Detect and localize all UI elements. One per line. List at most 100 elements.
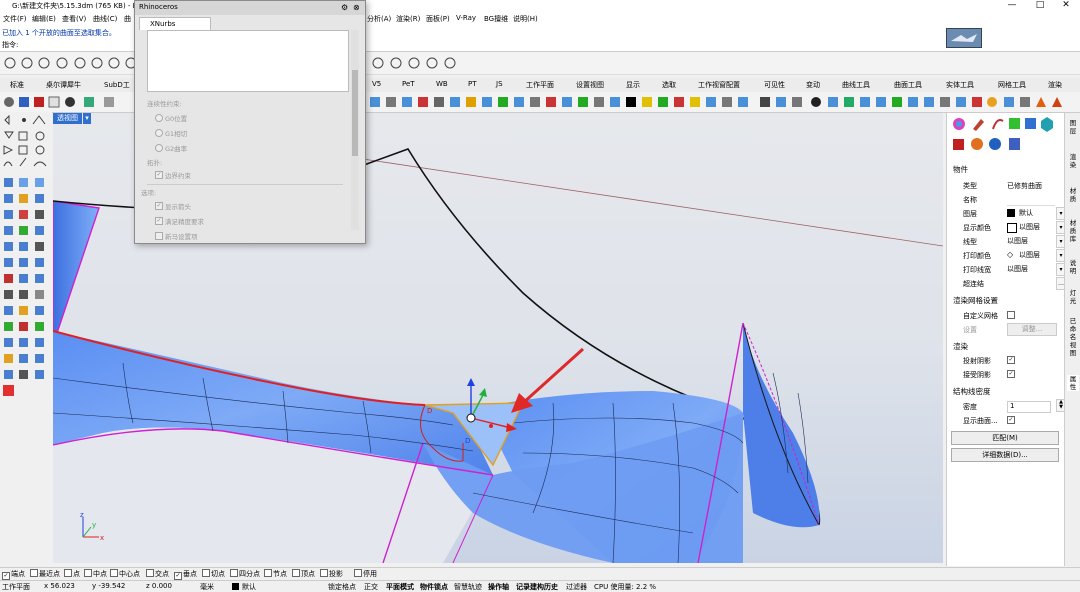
osnap-vertex[interactable]: 顶点 (292, 569, 315, 579)
tab-subd[interactable]: SubD工 (104, 80, 130, 90)
tab-display[interactable]: 显示 (626, 80, 640, 90)
display-color-swatch (1007, 223, 1017, 233)
show-arrows-checkbox[interactable]: ✓ (155, 202, 163, 210)
section-object: 物件 (953, 165, 968, 174)
g0-label: G0位置 (165, 115, 188, 123)
receive-shadows-checkbox[interactable]: ✓ (1007, 370, 1015, 378)
extra-option-checkbox[interactable] (155, 232, 163, 240)
tab-custom[interactable]: 桌尔谭犀牛 (46, 80, 81, 90)
dialog-close-icon[interactable]: ⊗ (353, 3, 360, 12)
panel-tab-help[interactable]: 说明 (1067, 259, 1079, 275)
match-button[interactable]: 匹配(M) (951, 431, 1059, 445)
viewport-menu-caret[interactable]: ▾ (83, 113, 91, 124)
tab-mesh-tools[interactable]: 网格工具 (998, 80, 1026, 90)
details-button[interactable]: 详细数据(D)... (951, 448, 1059, 462)
prop-print-color-value[interactable]: 以图层 (1019, 250, 1040, 260)
dialog-tab-xnurbs[interactable]: XNurbs (139, 17, 211, 30)
menu-bg[interactable]: BG擅维 (484, 14, 508, 24)
boundary-checkbox[interactable]: ✓ (155, 171, 163, 179)
panel-tab-library[interactable]: 材质库 (1067, 219, 1079, 243)
g1-radio[interactable] (155, 129, 163, 137)
custom-mesh-checkbox[interactable] (1007, 311, 1015, 319)
density-input[interactable]: 1 (1007, 401, 1051, 413)
menu-render[interactable]: 渲染(R) (396, 14, 420, 24)
prop-layer-value[interactable]: 默认 (1019, 208, 1033, 218)
osnap-knot[interactable]: 节点 (264, 569, 287, 579)
panel-tab-material[interactable]: 材质 (1067, 187, 1079, 203)
osnap-point[interactable]: 点 (64, 569, 80, 579)
tab-pt[interactable]: PT (468, 80, 477, 88)
status-y: y -39.542 (92, 582, 126, 590)
osnap-quadrant[interactable]: 四分点 (230, 569, 260, 579)
show-iso-label: 显示曲面... (963, 417, 998, 425)
cast-shadows-checkbox[interactable]: ✓ (1007, 356, 1015, 364)
menu-curve[interactable]: 曲线(C) (93, 14, 117, 24)
dialog-scrollbar[interactable] (351, 30, 359, 230)
osnap-perpendicular[interactable]: ✓ 垂点 (174, 569, 197, 580)
close-button[interactable]: ✕ (1052, 0, 1080, 10)
tab-visibility[interactable]: 可见性 (764, 80, 785, 90)
osnap-intersection[interactable]: 交点 (146, 569, 169, 579)
extra-option-label: 新马设置项 (165, 233, 198, 241)
minimize-button[interactable]: — (998, 0, 1026, 10)
section-render-mesh: 渲染网格设置 (953, 296, 998, 305)
prop-name-input[interactable] (1007, 195, 1055, 206)
dialog-list-area[interactable] (147, 30, 349, 92)
menu-analyze[interactable]: 分析(A) (367, 14, 391, 24)
show-iso-checkbox[interactable]: ✓ (1007, 416, 1015, 424)
prop-linetype-value[interactable]: 以图层 (1007, 236, 1028, 246)
print-color-icon: ◇ (1007, 250, 1014, 259)
menu-file[interactable]: 文件(F) (3, 14, 27, 24)
tab-transform[interactable]: 变动 (806, 80, 820, 90)
osnap-center[interactable]: 中心点 (110, 569, 140, 579)
dialog-header[interactable]: Rhinoceros ⚙ ⊗ (135, 1, 365, 15)
receive-shadows-label: 接受阴影 (963, 371, 991, 379)
svg-text:D: D (465, 437, 470, 445)
tab-js[interactable]: JS (496, 80, 503, 88)
menu-help[interactable]: 说明(H) (513, 14, 538, 24)
osnap-mid[interactable]: 中点 (84, 569, 107, 579)
tab-solid-tools[interactable]: 实体工具 (946, 80, 974, 90)
panel-tab-render[interactable]: 渲染 (1067, 153, 1079, 169)
osnap-project[interactable]: 投影 (320, 569, 343, 579)
menu-view[interactable]: 查看(V) (62, 14, 86, 24)
xnurbs-dialog[interactable]: Rhinoceros ⚙ ⊗ XNurbs 连续性约束: G0位置 G1相切 G… (134, 0, 366, 244)
tab-v5[interactable]: V5 (372, 80, 381, 88)
osnap-end[interactable]: ✓ 端点 (2, 569, 25, 580)
panel-tab-lights[interactable]: 灯光 (1067, 289, 1079, 305)
show-arrows-label: 显示箭头 (165, 203, 191, 211)
viewport-title-tab[interactable]: 透视图 (53, 113, 82, 124)
prop-display-color-value[interactable]: 以图层 (1019, 222, 1040, 232)
tab-curve-tools[interactable]: 曲线工具 (842, 80, 870, 90)
osnap-tangent[interactable]: 切点 (202, 569, 225, 579)
properties-icons[interactable] (947, 113, 1065, 157)
prop-print-width-value[interactable]: 以图层 (1007, 264, 1028, 274)
panel-tab-layers[interactable]: 图层 (1067, 119, 1079, 135)
maximize-button[interactable]: □ (1026, 0, 1054, 10)
g0-radio[interactable] (155, 114, 163, 122)
tab-cplane[interactable]: 工作平面 (526, 80, 554, 90)
tab-select[interactable]: 选取 (662, 80, 676, 90)
precision-checkbox[interactable]: ✓ (155, 217, 163, 225)
tab-surface-tools[interactable]: 曲面工具 (894, 80, 922, 90)
mesh-adjust-button[interactable]: 调整... (1007, 323, 1057, 336)
left-toolbar-icons[interactable] (0, 112, 52, 402)
menu-panels[interactable]: 面板(P) (426, 14, 450, 24)
command-prompt[interactable]: 指令: (2, 40, 18, 50)
osnap-disable[interactable]: 停用 (354, 569, 377, 579)
dialog-settings-icon[interactable]: ⚙ (341, 3, 348, 12)
tab-viewport-layout[interactable]: 工作视窗配置 (698, 80, 740, 90)
panel-tab-named-views[interactable]: 已命名视图 (1067, 317, 1079, 357)
menu-surface[interactable]: 曲 (124, 14, 131, 24)
osnap-near[interactable]: 最近点 (30, 569, 60, 579)
tab-pet[interactable]: PeT (402, 80, 415, 88)
g2-radio[interactable] (155, 144, 163, 152)
menu-edit[interactable]: 编辑(E) (32, 14, 56, 24)
menu-vray[interactable]: V-Ray (456, 14, 476, 22)
tab-setview[interactable]: 设置视图 (576, 80, 604, 90)
svg-text:D: D (427, 407, 432, 415)
tab-wb[interactable]: WB (436, 80, 448, 88)
tab-standard[interactable]: 标准 (10, 80, 24, 90)
panel-tab-properties[interactable]: 属性 (1067, 375, 1079, 391)
tab-render[interactable]: 渲染 (1048, 80, 1062, 90)
